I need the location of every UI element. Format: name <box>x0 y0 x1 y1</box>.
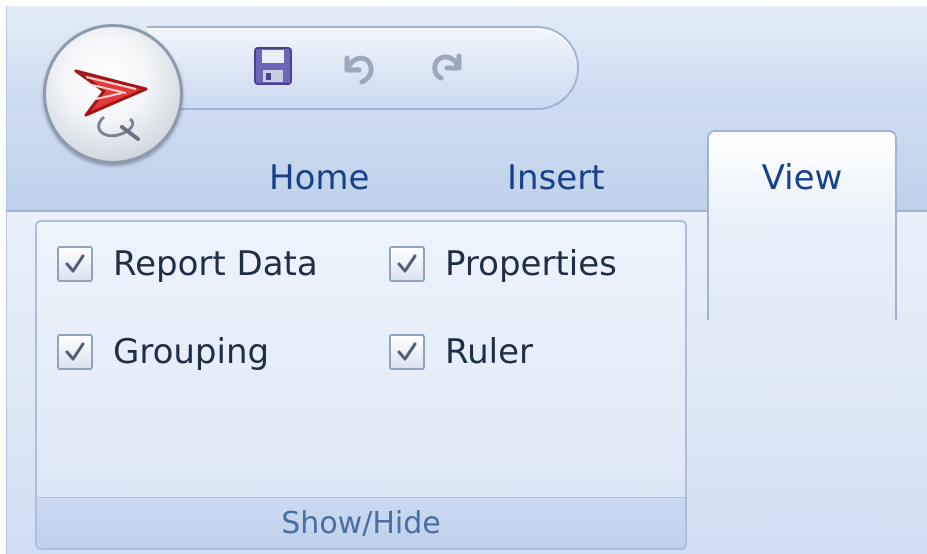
checkbox-box <box>389 246 425 282</box>
checkmark-icon <box>397 342 417 361</box>
undo-icon <box>344 55 374 85</box>
checkbox-box <box>389 334 425 370</box>
redo-icon <box>432 53 462 81</box>
save-button[interactable] <box>251 44 295 88</box>
checkbox-label: Grouping <box>113 332 270 372</box>
group-label: Show/Hide <box>281 506 441 541</box>
tab-view[interactable]: View <box>707 130 897 320</box>
group-label-bar: Show/Hide <box>37 497 685 548</box>
undo-button[interactable] <box>337 44 381 88</box>
tab-view-label: View <box>761 158 843 198</box>
checkbox-box <box>57 246 93 282</box>
checkmark-icon <box>65 254 85 273</box>
ruler-checkbox[interactable]: Ruler <box>389 332 533 372</box>
tab-insert[interactable]: Insert <box>507 158 605 198</box>
grouping-checkbox[interactable]: Grouping <box>57 332 269 372</box>
quick-access-toolbar <box>147 26 579 110</box>
properties-checkbox[interactable]: Properties <box>389 244 617 284</box>
report-builder-logo-icon <box>74 69 148 141</box>
checkbox-box <box>57 334 93 370</box>
checkbox-label: Properties <box>445 244 617 284</box>
report-data-checkbox[interactable]: Report Data <box>57 244 318 284</box>
application-button[interactable] <box>43 24 183 164</box>
checkmark-icon <box>65 342 85 361</box>
save-icon <box>254 47 292 85</box>
checkbox-label: Ruler <box>445 332 533 372</box>
tab-home[interactable]: Home <box>269 158 369 198</box>
show-hide-group: Report Data Properties Grouping Ruler Sh… <box>35 220 687 550</box>
checkbox-label: Report Data <box>113 244 318 284</box>
redo-button[interactable] <box>425 44 469 88</box>
application-window: Home Insert View Report Data Properties … <box>6 6 927 554</box>
checkmark-icon <box>397 254 417 273</box>
